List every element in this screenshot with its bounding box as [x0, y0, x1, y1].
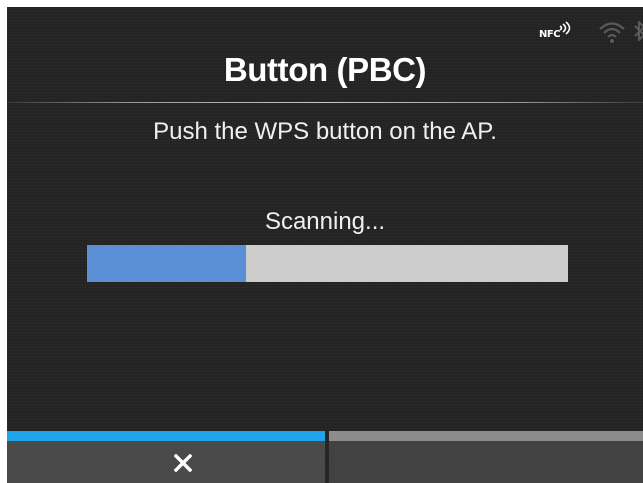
softkey-inactive-indicator — [329, 431, 643, 441]
scanning-status-text: Scanning... — [264, 208, 386, 235]
softkey-active-indicator — [7, 431, 325, 441]
cancel-softkey-button[interactable] — [7, 431, 325, 483]
progress-bar — [87, 245, 568, 282]
printer-lcd-screen: NFC Button (PBC) Push the WPS button on … — [7, 7, 643, 483]
nfc-label: NFC — [539, 29, 561, 40]
instruction-text: Push the WPS button on the AP. — [153, 118, 497, 145]
dialog-title: Button (PBC) — [223, 51, 427, 88]
nfc-icon: NFC — [539, 19, 579, 45]
progress-bar-fill — [87, 245, 246, 282]
close-icon — [174, 454, 192, 472]
nfc-waves-icon — [559, 21, 571, 35]
status-bar: NFC — [539, 19, 643, 49]
title-divider — [7, 102, 643, 103]
bluetooth-icon — [634, 21, 643, 41]
empty-softkey-button[interactable] — [329, 431, 643, 483]
wifi-icon — [599, 22, 625, 43]
